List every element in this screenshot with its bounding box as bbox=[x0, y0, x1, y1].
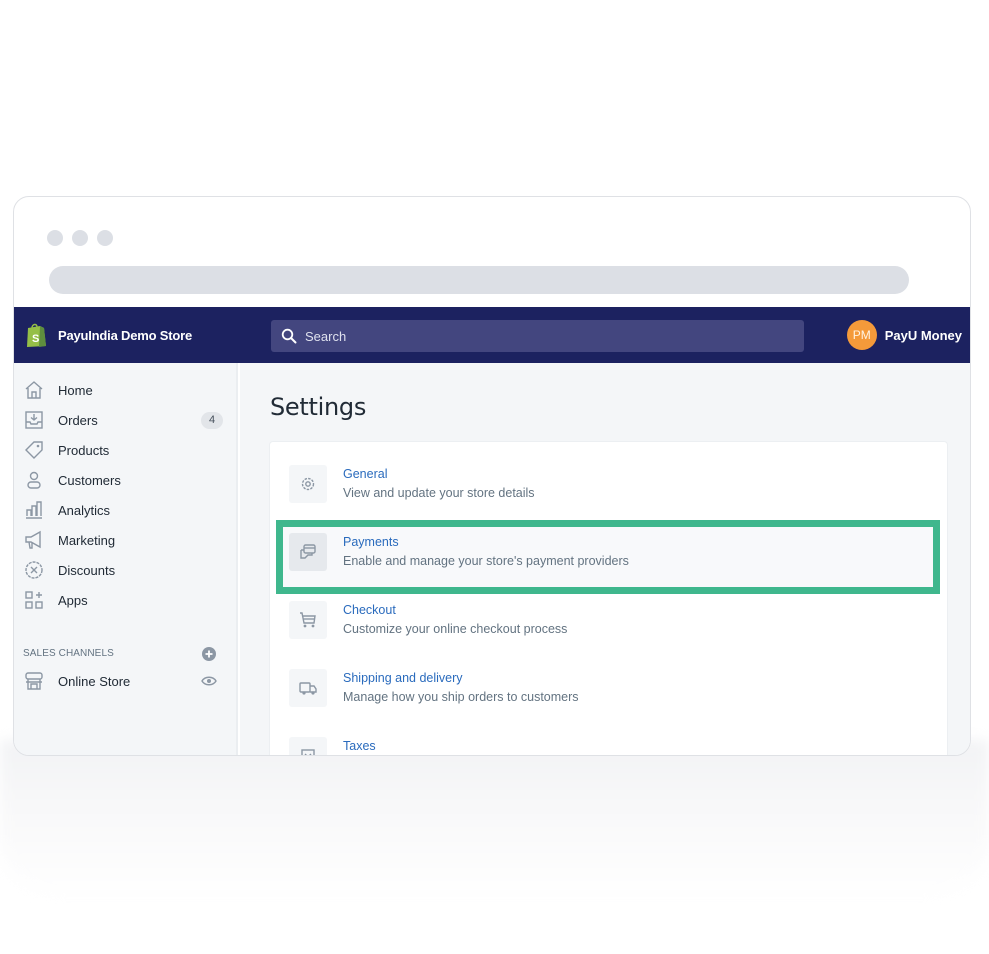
sales-channels-heading: SALES CHANNELS bbox=[23, 648, 114, 659]
setting-description: View and update your store details bbox=[343, 486, 535, 500]
tag-icon bbox=[23, 439, 45, 461]
add-sales-channel-icon[interactable] bbox=[201, 646, 217, 662]
search-bar[interactable] bbox=[271, 320, 804, 352]
taxes-icon bbox=[289, 737, 327, 755]
top-bar: S PayuIndia Demo Store PM PayU Money bbox=[14, 307, 970, 363]
sidebar-item-label: Orders bbox=[58, 412, 98, 428]
sidebar-item-label: Apps bbox=[58, 592, 88, 608]
sidebar-item-label: Marketing bbox=[58, 532, 116, 548]
setting-title[interactable]: General bbox=[343, 467, 387, 481]
sidebar-item-apps[interactable]: Apps bbox=[14, 585, 238, 615]
setting-payments[interactable]: Payments Enable and manage your store's … bbox=[270, 519, 947, 587]
main-content: Settings General View and update your st… bbox=[240, 363, 970, 755]
sidebar-item-online-store[interactable]: Online Store bbox=[14, 666, 238, 696]
setting-title[interactable]: Payments bbox=[343, 535, 399, 549]
window-controls bbox=[47, 230, 113, 246]
sidebar: Home Orders 4 Products Customers Analyti… bbox=[14, 363, 238, 755]
window-dot-close[interactable] bbox=[47, 230, 63, 246]
user-menu[interactable]: PM PayU Money bbox=[846, 320, 962, 350]
sidebar-item-label: Customers bbox=[58, 472, 121, 488]
orders-count-badge: 4 bbox=[201, 411, 223, 429]
address-bar[interactable] bbox=[49, 266, 909, 294]
orders-icon bbox=[23, 409, 45, 431]
sidebar-item-home[interactable]: Home bbox=[14, 375, 238, 405]
setting-description: Manage how you ship orders to customers bbox=[343, 690, 579, 704]
discount-icon bbox=[23, 559, 45, 581]
sidebar-item-products[interactable]: Products bbox=[14, 435, 238, 465]
setting-taxes[interactable]: Taxes bbox=[270, 723, 947, 755]
window-dot-minimize[interactable] bbox=[72, 230, 88, 246]
setting-title[interactable]: Checkout bbox=[343, 603, 396, 617]
customer-icon bbox=[23, 469, 45, 491]
setting-title[interactable]: Taxes bbox=[343, 739, 376, 753]
svg-text:S: S bbox=[32, 333, 39, 345]
sidebar-item-label: Analytics bbox=[58, 502, 111, 518]
shopify-logo-icon[interactable]: S bbox=[25, 322, 47, 348]
setting-shipping[interactable]: Shipping and delivery Manage how you shi… bbox=[270, 655, 947, 723]
user-name[interactable]: PayU Money bbox=[885, 328, 962, 343]
sidebar-item-label: Home bbox=[58, 382, 93, 398]
window-dot-maximize[interactable] bbox=[97, 230, 113, 246]
settings-card: General View and update your store detai… bbox=[270, 442, 947, 755]
setting-general[interactable]: General View and update your store detai… bbox=[270, 451, 947, 519]
sidebar-item-label: Discounts bbox=[58, 562, 116, 578]
sidebar-item-marketing[interactable]: Marketing bbox=[14, 525, 238, 555]
search-icon bbox=[281, 328, 297, 344]
cart-icon bbox=[289, 601, 327, 639]
setting-description: Enable and manage your store's payment p… bbox=[343, 554, 629, 568]
setting-title[interactable]: Shipping and delivery bbox=[343, 671, 463, 685]
store-name[interactable]: PayuIndia Demo Store bbox=[58, 328, 192, 343]
sidebar-item-label: Products bbox=[58, 442, 110, 458]
page-shadow bbox=[0, 740, 989, 900]
avatar[interactable]: PM bbox=[846, 320, 877, 350]
payments-icon bbox=[289, 533, 327, 571]
sidebar-item-analytics[interactable]: Analytics bbox=[14, 495, 238, 525]
setting-description: Customize your online checkout process bbox=[343, 622, 568, 636]
sidebar-item-discounts[interactable]: Discounts bbox=[14, 555, 238, 585]
sidebar-item-orders[interactable]: Orders 4 bbox=[14, 405, 238, 435]
gear-icon bbox=[289, 465, 327, 503]
page-title: Settings bbox=[270, 393, 367, 421]
search-input[interactable] bbox=[305, 328, 785, 344]
browser-window: S PayuIndia Demo Store PM PayU Money Hom… bbox=[13, 196, 971, 756]
sidebar-item-customers[interactable]: Customers bbox=[14, 465, 238, 495]
sidebar-item-label: Online Store bbox=[58, 673, 131, 689]
analytics-icon bbox=[23, 499, 45, 521]
setting-checkout[interactable]: Checkout Customize your online checkout … bbox=[270, 587, 947, 655]
eye-icon[interactable] bbox=[201, 673, 217, 689]
megaphone-icon bbox=[23, 529, 45, 551]
truck-icon bbox=[289, 669, 327, 707]
store-icon bbox=[23, 670, 45, 692]
home-icon bbox=[23, 379, 45, 401]
apps-icon bbox=[23, 589, 45, 611]
